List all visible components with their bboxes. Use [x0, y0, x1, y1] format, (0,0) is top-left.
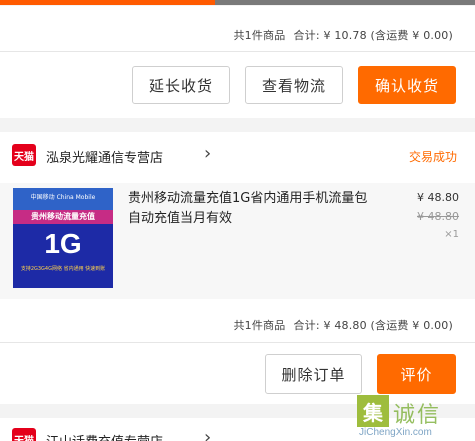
store-name[interactable]: 江山话费充值专营店: [46, 431, 163, 441]
divider: [0, 51, 475, 52]
china-mobile-logo: 中国移动 China Mobile: [30, 194, 96, 201]
order-total: 合计: ¥ 48.80 (含运费 ¥ 0.00): [293, 319, 453, 332]
order-card-1: 共1件商品 合计: ¥ 10.78 (含运费 ¥ 0.00) 延长收货 查看物流 …: [0, 6, 475, 118]
order-item[interactable]: 中国移动 China Mobile 贵州移动流量充值 1G 支持2G3G4G网络…: [0, 183, 475, 299]
tab-bar: [0, 0, 475, 5]
view-logistics-button[interactable]: 查看物流: [245, 66, 343, 104]
order-summary: 共1件商品 合计: ¥ 10.78 (含运费 ¥ 0.00): [233, 27, 453, 43]
item-count: 共1件商品: [233, 29, 286, 42]
item-count: 共1件商品: [233, 319, 286, 332]
product-price: ¥ 48.80: [417, 191, 459, 204]
review-button[interactable]: 评价: [377, 354, 456, 394]
product-image[interactable]: 中国移动 China Mobile 贵州移动流量充值 1G 支持2G3G4G网络…: [13, 188, 113, 288]
order-summary: 共1件商品 合计: ¥ 48.80 (含运费 ¥ 0.00): [233, 317, 453, 333]
order-status: 交易成功: [408, 150, 457, 164]
store-header[interactable]: 天猫 泓泉光耀通信专营店 › 交易成功: [0, 133, 475, 177]
order-total: 合计: ¥ 10.78 (含运费 ¥ 0.00): [293, 29, 453, 42]
chevron-right-icon[interactable]: ›: [204, 143, 211, 164]
delete-order-button[interactable]: 删除订单: [265, 354, 362, 394]
divider: [0, 342, 475, 343]
image-banner-text: 贵州移动流量充值: [13, 210, 113, 224]
extend-receipt-button[interactable]: 延长收货: [132, 66, 230, 104]
site-watermark: 集 诚信 JiChengXin.com: [357, 395, 469, 439]
store-name[interactable]: 泓泉光耀通信专营店: [46, 147, 163, 166]
image-big-text: 1G: [44, 228, 82, 259]
product-original-price: ¥ 48.80: [417, 210, 459, 223]
image-fine-print: 支持2G3G4G网络 省内通用 快速到账: [20, 266, 106, 272]
watermark-logo-icon: 集: [357, 395, 389, 427]
tmall-logo-icon: 天猫: [12, 144, 36, 166]
product-quantity: ×1: [444, 229, 459, 240]
watermark-url: JiChengXin.com: [359, 427, 432, 438]
chevron-right-icon[interactable]: ›: [204, 427, 211, 441]
confirm-receipt-button[interactable]: 确认收货: [358, 66, 456, 104]
product-title[interactable]: 贵州移动流量充值1G省内通用手机流量包自动充值当月有效: [128, 189, 373, 229]
tmall-logo-icon: 天猫: [12, 428, 36, 441]
watermark-text: 诚信: [393, 403, 442, 428]
active-tab-indicator: [0, 0, 215, 5]
